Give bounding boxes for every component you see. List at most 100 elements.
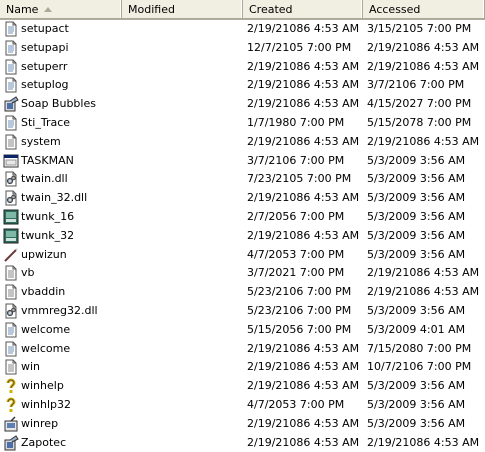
image-file-icon: [3, 96, 19, 112]
file-created: 7/23/2105 7:00 PM: [247, 172, 352, 186]
file-accessed: 2/19/21086 4:53 AM: [367, 59, 480, 73]
file-row[interactable]: winrep 2/19/21086 4:53 AM 5/3/2009 3:56 AM: [0, 415, 485, 434]
scanner-app-icon: [3, 228, 19, 244]
file-name-cell: upwizun: [3, 246, 121, 265]
file-name-cell: win: [3, 358, 121, 377]
file-name: vb: [21, 266, 35, 280]
file-name-cell: winrep: [3, 415, 121, 434]
text-file-icon: [3, 40, 19, 56]
text-file-icon: [3, 59, 19, 75]
file-created: 2/7/2056 7:00 PM: [247, 209, 345, 223]
file-name-cell: setupapi: [3, 39, 121, 58]
file-name-cell: twunk_32: [3, 227, 121, 246]
file-name-cell: winhlp32: [3, 396, 121, 415]
file-name: twain_32.dll: [21, 191, 88, 205]
file-created: 2/19/21086 4:53 AM: [247, 191, 360, 205]
text-file-icon: [3, 115, 19, 131]
file-name-cell: TASKMAN: [3, 152, 121, 171]
file-name-cell: vb: [3, 264, 121, 283]
file-name-cell: Soap Bubbles: [3, 95, 121, 114]
file-accessed: 2/19/21086 4:53 AM: [367, 266, 480, 280]
column-header-created[interactable]: Created: [243, 0, 363, 19]
file-accessed: 10/7/2106 7:00 PM: [367, 360, 472, 374]
file-row[interactable]: setuplog 2/19/21086 4:53 AM 3/7/2106 7:00 …: [0, 76, 485, 95]
file-row[interactable]: vb 3/7/2021 7:00 PM 2/19/21086 4:53 AM: [0, 264, 485, 283]
file-created: 5/23/2106 7:00 PM: [247, 285, 352, 299]
file-accessed: 2/19/21086 4:53 AM: [367, 134, 480, 148]
file-name-cell: setupact: [3, 20, 121, 39]
file-accessed: 5/3/2009 3:56 AM: [367, 191, 466, 205]
column-header-accessed-label: Accessed: [369, 3, 421, 16]
file-created: 2/19/21086 4:53 AM: [247, 416, 360, 430]
file-accessed: 2/19/21086 4:53 AM: [367, 285, 480, 299]
file-created: 2/19/21086 4:53 AM: [247, 435, 360, 449]
file-created: 5/15/2056 7:00 PM: [247, 322, 352, 336]
file-row[interactable]: win 2/19/21086 4:53 AM 10/7/2106 7:00 PM: [0, 358, 485, 377]
file-name: upwizun: [21, 247, 67, 261]
file-name-cell: twunk_16: [3, 208, 121, 227]
dll-file-icon: [3, 190, 19, 206]
column-header-accessed[interactable]: Accessed: [363, 0, 485, 19]
column-header-created-label: Created: [249, 3, 293, 16]
file-name-cell: winhelp: [3, 377, 121, 396]
file-accessed: 4/15/2027 7:00 PM: [367, 97, 472, 111]
file-accessed: 5/3/2009 3:56 AM: [367, 416, 466, 430]
file-row[interactable]: Soap Bubbles 2/19/21086 4:53 AM 4/15/2027 …: [0, 95, 485, 114]
column-header-name[interactable]: Name: [0, 0, 122, 19]
file-name-cell: vmmreg32.dll: [3, 302, 121, 321]
file-name: twunk_32: [21, 228, 75, 242]
file-name-cell: setuperr: [3, 58, 121, 77]
file-name-cell: twain.dll: [3, 170, 121, 189]
scanner-app-icon: [3, 209, 19, 225]
file-row[interactable]: winhlp32 4/7/2053 7:00 PM 5/3/2009 3:56 AM: [0, 396, 485, 415]
config-file-icon: [3, 134, 19, 150]
file-created: 2/19/21086 4:53 AM: [247, 379, 360, 393]
file-row[interactable]: vbaddin 5/23/2106 7:00 PM 2/19/21086 4:53 …: [0, 283, 485, 302]
file-created: 1/7/1980 7:00 PM: [247, 115, 345, 129]
file-name: setupapi: [21, 40, 69, 54]
sort-ascending-icon: [44, 7, 53, 12]
text-file-icon: [3, 21, 19, 37]
config-file-icon: [3, 265, 19, 281]
file-created: 3/7/2021 7:00 PM: [247, 266, 345, 280]
file-row[interactable]: TASKMAN 3/7/2106 7:00 PM 5/3/2009 3:56 AM: [0, 152, 485, 171]
file-row[interactable]: welcome 2/19/21086 4:53 AM 7/15/2080 7:00 …: [0, 340, 485, 359]
file-row[interactable]: vmmreg32.dll 5/23/2106 7:00 PM 5/3/2009 3:…: [0, 302, 485, 321]
file-row[interactable]: setupapi 12/7/2105 7:00 PM 2/19/21086 4:53…: [0, 39, 485, 58]
file-accessed: 5/3/2009 3:56 AM: [367, 172, 466, 186]
file-accessed: 3/15/2105 7:00 PM: [367, 22, 472, 35]
file-row[interactable]: welcome 5/15/2056 7:00 PM 5/3/2009 4:01 AM: [0, 321, 485, 340]
column-header-modified[interactable]: Modified: [122, 0, 243, 19]
file-created: 4/7/2053 7:00 PM: [247, 397, 345, 411]
file-row[interactable]: twunk_32 2/19/21086 4:53 AM 5/3/2009 3:56 …: [0, 227, 485, 246]
column-header-bar: Name Modified Created Accessed: [0, 0, 485, 20]
text-file-icon: [3, 77, 19, 93]
file-name-cell: system: [3, 133, 121, 152]
file-name: winhlp32: [21, 397, 72, 411]
file-name: TASKMAN: [21, 153, 74, 167]
file-row[interactable]: Sti_Trace 1/7/1980 7:00 PM 5/15/2078 7:00 …: [0, 114, 485, 133]
file-name: welcome: [21, 341, 71, 355]
file-name-cell: welcome: [3, 321, 121, 340]
file-created: 2/19/21086 4:53 AM: [247, 360, 360, 374]
file-accessed: 5/3/2009 4:01 AM: [367, 322, 466, 336]
file-row[interactable]: upwizun 4/7/2053 7:00 PM 5/3/2009 3:56 AM: [0, 246, 485, 265]
file-row[interactable]: twain.dll 7/23/2105 7:00 PM 5/3/2009 3:56 …: [0, 170, 485, 189]
file-list: setupact 2/19/21086 4:53 AM 3/15/2105 7:00…: [0, 20, 485, 452]
file-row[interactable]: twain_32.dll 2/19/21086 4:53 AM 5/3/2009 3…: [0, 189, 485, 208]
config-file-icon: [3, 359, 19, 375]
file-created: 3/7/2106 7:00 PM: [247, 153, 345, 167]
file-row[interactable]: Zapotec 2/19/21086 4:53 AM 2/19/21086 4:53…: [0, 434, 485, 452]
file-accessed: 5/15/2078 7:00 PM: [367, 115, 472, 129]
file-name-cell: welcome: [3, 340, 121, 359]
file-row[interactable]: setupact 2/19/21086 4:53 AM 3/15/2105 7:00…: [0, 20, 485, 39]
file-accessed: 5/3/2009 3:56 AM: [367, 303, 466, 317]
file-name: winhelp: [21, 379, 64, 393]
file-row[interactable]: system 2/19/21086 4:53 AM 2/19/21086 4:53 …: [0, 133, 485, 152]
file-row[interactable]: winhelp 2/19/21086 4:53 AM 5/3/2009 3:56 A…: [0, 377, 485, 396]
file-accessed: 5/3/2009 3:56 AM: [367, 247, 466, 261]
file-row[interactable]: twunk_16 2/7/2056 7:00 PM 5/3/2009 3:56 AM: [0, 208, 485, 227]
file-name-cell: Sti_Trace: [3, 114, 121, 133]
file-row[interactable]: setuperr 2/19/21086 4:53 AM 2/19/21086 4:5…: [0, 58, 485, 77]
file-created: 5/23/2106 7:00 PM: [247, 303, 352, 317]
